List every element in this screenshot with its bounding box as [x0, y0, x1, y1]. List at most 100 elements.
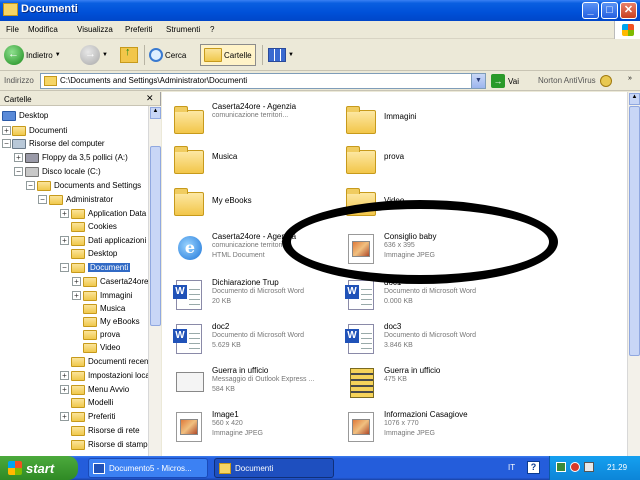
- go-button[interactable]: → Vai: [491, 74, 519, 88]
- tree-expander[interactable]: +: [60, 236, 69, 245]
- title-bar[interactable]: Documenti _ □ ✕: [0, 0, 640, 21]
- menu-view[interactable]: Visualizza: [77, 25, 113, 34]
- start-button[interactable]: start: [0, 456, 78, 480]
- folders-button[interactable]: Cartelle: [200, 44, 256, 66]
- tree-item-modelli[interactable]: Modelli: [71, 396, 113, 409]
- tree-expander[interactable]: +: [60, 209, 69, 218]
- tree-expander[interactable]: −: [2, 139, 11, 148]
- tree-item-preferiti[interactable]: Preferiti: [71, 410, 116, 423]
- tree-expander[interactable]: +: [2, 126, 11, 135]
- forward-dropdown-icon[interactable]: ▼: [102, 52, 108, 58]
- tree-item-desktop-sub[interactable]: Desktop: [71, 247, 117, 260]
- tree-item-my-ebooks[interactable]: My eBooks: [83, 315, 140, 328]
- tree-item-administrator[interactable]: Administrator: [49, 193, 113, 206]
- network-icon[interactable]: [556, 462, 566, 472]
- file-list-scrollbar[interactable]: ▲: [627, 92, 640, 456]
- volume-icon[interactable]: [584, 462, 594, 472]
- tree-item-label: Preferiti: [88, 412, 116, 421]
- tree-item-impostazioni-locali[interactable]: Impostazioni locali: [71, 369, 153, 382]
- tree-item-caserta24ore[interactable]: Caserta24ore: [83, 275, 148, 288]
- tree-item-risorse-di-stampa[interactable]: Risorse di stampa: [71, 438, 152, 451]
- tree-expander[interactable]: +: [60, 371, 69, 380]
- scrollbar-thumb[interactable]: [150, 146, 161, 326]
- norton-antivirus-label[interactable]: Norton AntiVirus: [538, 76, 596, 85]
- language-indicator[interactable]: IT: [508, 463, 515, 472]
- file-item[interactable]: Image1 560 x 420 Immagine JPEG: [166, 406, 316, 450]
- file-item[interactable]: Video: [338, 180, 488, 224]
- address-value[interactable]: C:\Documents and Settings\Administrator\…: [60, 76, 247, 85]
- forward-button[interactable]: → ▼: [80, 42, 108, 68]
- file-item[interactable]: Informazioni Casagiove 1076 x 770 Immagine…: [338, 406, 488, 450]
- tree-item-dati-applicazioni[interactable]: Dati applicazioni: [71, 234, 146, 247]
- scrollbar-thumb[interactable]: [629, 106, 640, 356]
- tree-item-local-disk[interactable]: Disco locale (C:): [25, 165, 101, 178]
- up-folder-button[interactable]: ↑: [120, 42, 138, 68]
- maximize-button[interactable]: □: [601, 2, 618, 19]
- file-item[interactable]: My eBooks: [166, 180, 316, 224]
- back-button[interactable]: ← Indietro ▼: [4, 42, 61, 68]
- address-dropdown-icon[interactable]: ▼: [471, 74, 485, 88]
- file-item[interactable]: Guerra in ufficio Messaggio di Outlook Ex…: [166, 362, 316, 406]
- tree-item-my-computer[interactable]: Risorse del computer: [12, 137, 105, 150]
- tree-expander[interactable]: −: [26, 181, 35, 190]
- tree-expander[interactable]: +: [72, 291, 81, 300]
- back-dropdown-icon[interactable]: ▼: [55, 52, 61, 58]
- menu-help[interactable]: ?: [210, 25, 214, 34]
- tree-item-prova[interactable]: prova: [83, 328, 120, 341]
- menu-tools[interactable]: Strumenti: [166, 25, 200, 34]
- close-pane-icon[interactable]: ✕: [146, 93, 154, 104]
- help-icon[interactable]: ?: [527, 461, 540, 474]
- tree-expander[interactable]: +: [60, 385, 69, 394]
- views-dropdown-icon[interactable]: ▼: [288, 52, 294, 58]
- file-item[interactable]: Immagini: [338, 98, 488, 142]
- tree-item-risorse-di-rete[interactable]: Risorse di rete: [71, 424, 140, 437]
- tree-item-documenti-selected[interactable]: Documenti: [71, 261, 131, 274]
- tree-item-documents-and-settings[interactable]: Documents and Settings: [37, 179, 141, 192]
- tree-item-documenti[interactable]: Documenti: [12, 124, 67, 137]
- minimize-button[interactable]: _: [582, 2, 599, 19]
- tree-expander[interactable]: +: [60, 412, 69, 421]
- tree-expander[interactable]: −: [60, 263, 69, 272]
- menu-edit[interactable]: Modifica: [28, 25, 58, 34]
- clock[interactable]: 21.29: [607, 463, 627, 472]
- norton-icon[interactable]: [600, 75, 612, 87]
- views-button[interactable]: ▼: [268, 42, 294, 68]
- search-button[interactable]: Cerca: [149, 42, 186, 68]
- file-item[interactable]: prova: [338, 138, 488, 182]
- tree-expander[interactable]: −: [38, 195, 47, 204]
- folders-scrollbar[interactable]: ▲: [148, 106, 161, 456]
- security-alert-icon[interactable]: [570, 462, 580, 472]
- tree-item-desktop[interactable]: Desktop: [2, 109, 48, 122]
- tree-expander[interactable]: −: [14, 167, 23, 176]
- menu-file[interactable]: File: [6, 25, 19, 34]
- file-item[interactable]: Consiglio baby 636 x 395 Immagine JPEG: [338, 228, 488, 272]
- address-input[interactable]: C:\Documents and Settings\Administrator\…: [40, 73, 486, 89]
- file-item[interactable]: W Dichiarazione Trup Documento di Microso…: [166, 274, 316, 318]
- tree-expander[interactable]: +: [72, 277, 81, 286]
- tree-item-documenti-recenti[interactable]: Documenti recenti: [71, 355, 152, 368]
- folder-icon: [71, 397, 85, 408]
- tree-item-label: Video: [100, 343, 121, 352]
- taskbar-button-word[interactable]: Documento5 - Micros...: [88, 458, 208, 478]
- expand-chevron-icon[interactable]: »: [628, 75, 632, 82]
- file-item[interactable]: e Caserta24ore - Agenzia comunicazione te…: [166, 228, 316, 272]
- scroll-up-icon[interactable]: ▲: [629, 93, 640, 105]
- file-item[interactable]: W doc3 Documento di Microsoft Word 3.846 K…: [338, 318, 488, 362]
- tree-item-immagini[interactable]: Immagini: [83, 289, 132, 302]
- tree-item-musica[interactable]: Musica: [83, 302, 125, 315]
- file-item[interactable]: W doc1 Documento di Microsoft Word 0.000 K…: [338, 274, 488, 318]
- file-item[interactable]: Musica: [166, 138, 316, 182]
- tree-expander[interactable]: +: [14, 153, 23, 162]
- file-item[interactable]: W doc2 Documento di Microsoft Word 5.629 K…: [166, 318, 316, 362]
- tree-item-floppy[interactable]: Floppy da 3,5 pollici (A:): [25, 151, 128, 164]
- close-button[interactable]: ✕: [620, 2, 637, 19]
- scroll-up-icon[interactable]: ▲: [150, 107, 161, 119]
- file-item[interactable]: Guerra in ufficio 475 KB: [338, 362, 488, 406]
- tree-item-application-data[interactable]: Application Data: [71, 207, 146, 220]
- tree-item-cookies[interactable]: Cookies: [71, 220, 117, 233]
- taskbar-button-explorer[interactable]: Documenti: [214, 458, 334, 478]
- menu-favorites[interactable]: Preferiti: [125, 25, 153, 34]
- file-item[interactable]: Caserta24ore - Agenzia comunicazione terr…: [166, 98, 316, 142]
- tree-item-menu-avvio[interactable]: Menu Avvio: [71, 383, 129, 396]
- tree-item-video[interactable]: Video: [83, 341, 120, 354]
